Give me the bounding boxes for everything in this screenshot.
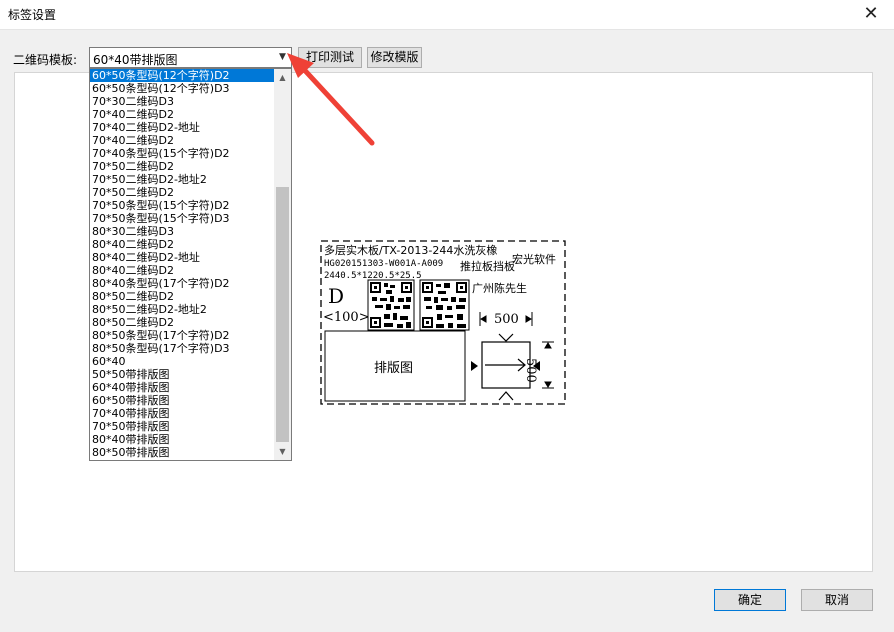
window-title: 标签设置: [8, 8, 57, 22]
close-icon[interactable]: ✕: [856, 2, 886, 26]
template-option[interactable]: 60*40带排版图: [90, 381, 274, 394]
preview-width-value: 500: [494, 312, 519, 327]
preview-grade: D: [328, 284, 345, 308]
dropdown-scrollbar[interactable]: ▲ ▼: [274, 69, 291, 460]
scroll-thumb[interactable]: [276, 187, 289, 442]
preview-code-line: HG020151303-W001A-A009: [324, 259, 444, 269]
preview-quantity: <100>: [323, 310, 370, 325]
template-option[interactable]: 80*50条型码(17个字符)D3: [90, 342, 274, 355]
preview-layout-label: 排版图: [374, 361, 414, 376]
template-option[interactable]: 60*50条型码(12个字符)D3: [90, 82, 274, 95]
template-option[interactable]: 80*40二维码D2-地址: [90, 251, 274, 264]
edit-template-button[interactable]: 修改模版: [367, 47, 422, 68]
scroll-down-icon[interactable]: ▼: [274, 443, 291, 460]
preview-product-line: 多层实木板/TX-2013-244水洗灰橡: [324, 244, 498, 257]
preview-code-suffix: 推拉板挡板: [460, 260, 515, 273]
template-option[interactable]: 70*40二维码D2: [90, 134, 274, 147]
template-option[interactable]: 80*50条型码(17个字符)D2: [90, 329, 274, 342]
template-option[interactable]: 80*40条型码(17个字符)D2: [90, 277, 274, 290]
chevron-down-icon[interactable]: ▼: [274, 48, 291, 67]
preview-brand: 宏光软件: [512, 253, 556, 266]
scroll-up-icon[interactable]: ▲: [274, 69, 291, 86]
template-select-value: 60*40带排版图: [93, 53, 178, 67]
template-option[interactable]: 50*50带排版图: [90, 368, 274, 381]
template-dropdown-list[interactable]: 60*50条型码(12个字符)D2 60*50条型码(12个字符)D3 70*30二…: [89, 68, 292, 461]
preview-height-value: 500: [523, 358, 538, 383]
template-option[interactable]: 60*50条型码(12个字符)D2: [90, 69, 274, 82]
label-preview: 多层实木板/TX-2013-244水洗灰橡 HG020151303-W001A-…: [320, 240, 566, 405]
qr-code-2: [419, 279, 470, 331]
preview-size-line: 2440.5*1220.5*25.5: [324, 271, 422, 281]
template-option[interactable]: 70*50条型码(15个字符)D3: [90, 212, 274, 225]
cancel-button[interactable]: 取消: [801, 589, 873, 611]
template-option[interactable]: 70*40条型码(15个字符)D2: [90, 147, 274, 160]
print-test-button[interactable]: 打印测试: [298, 47, 362, 68]
template-option[interactable]: 70*30二维码D3: [90, 95, 274, 108]
template-option[interactable]: 80*40二维码D2: [90, 238, 274, 251]
qr-code-1: [367, 279, 415, 331]
template-option[interactable]: 70*50二维码D2-地址2: [90, 173, 274, 186]
template-option-list: 60*50条型码(12个字符)D2 60*50条型码(12个字符)D3 70*30二…: [90, 69, 274, 459]
template-option[interactable]: 70*50条型码(15个字符)D2: [90, 199, 274, 212]
template-option[interactable]: 70*40二维码D2: [90, 108, 274, 121]
ok-button[interactable]: 确定: [714, 589, 786, 611]
template-option[interactable]: 80*50二维码D2-地址2: [90, 303, 274, 316]
template-option[interactable]: 80*50带排版图: [90, 446, 274, 459]
template-option[interactable]: 70*40带排版图: [90, 407, 274, 420]
template-label: 二维码模板:: [13, 53, 78, 67]
template-option[interactable]: 70*50二维码D2: [90, 186, 274, 199]
template-select[interactable]: 60*40带排版图 ▼: [89, 47, 292, 68]
template-option[interactable]: 80*50二维码D2: [90, 316, 274, 329]
title-bar: 标签设置 ✕: [0, 0, 894, 30]
template-option[interactable]: 70*50二维码D2: [90, 160, 274, 173]
height-dimension: [542, 341, 554, 389]
template-option[interactable]: 70*50带排版图: [90, 420, 274, 433]
template-option[interactable]: 60*50带排版图: [90, 394, 274, 407]
template-option[interactable]: 80*50二维码D2: [90, 290, 274, 303]
template-option[interactable]: 80*40带排版图: [90, 433, 274, 446]
template-option[interactable]: 70*40二维码D2-地址: [90, 121, 274, 134]
template-option[interactable]: 80*30二维码D3: [90, 225, 274, 238]
template-option[interactable]: 60*40: [90, 355, 274, 368]
preview-customer: 广州陈先生: [472, 282, 527, 295]
template-option[interactable]: 80*40二维码D2: [90, 264, 274, 277]
